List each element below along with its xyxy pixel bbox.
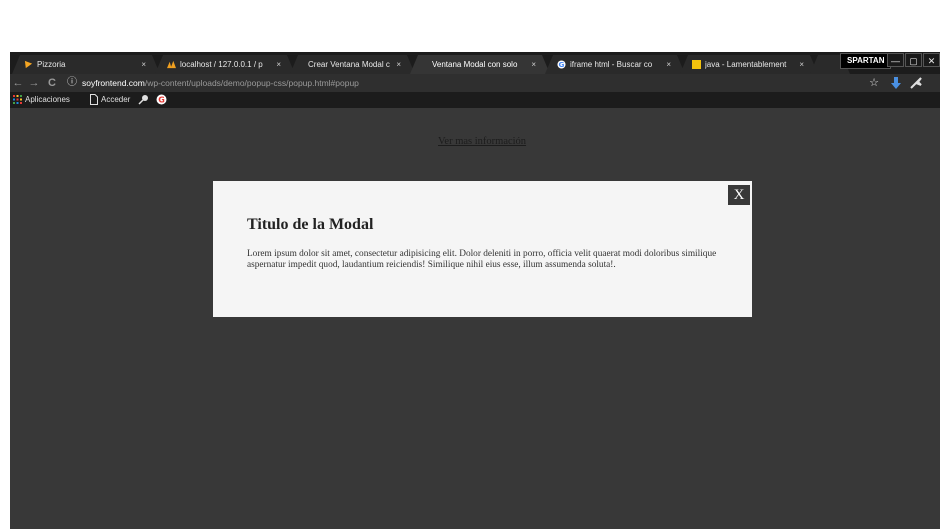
tab-label: iframe html - Buscar co — [570, 60, 653, 69]
modal-title: Titulo de la Modal — [247, 216, 374, 233]
tab-close-button[interactable]: × — [799, 55, 804, 74]
forward-button[interactable]: → — [28, 76, 40, 90]
bookmark-acceder[interactable]: Acceder — [101, 94, 130, 106]
url-path: /wp-content/uploads/demo/popup-css/popup… — [144, 78, 359, 88]
tab-strip: Pizzoria × localhost / 127.0.0.1 / p × C… — [10, 52, 940, 74]
url-host: soyfrontend.com — [82, 78, 145, 88]
modal-close-button[interactable]: X — [728, 185, 750, 205]
browser-window: Pizzoria × localhost / 127.0.0.1 / p × C… — [10, 52, 940, 529]
pizza-icon — [24, 60, 33, 69]
google-bookmark-icon[interactable]: G — [156, 94, 167, 105]
tab-label: Crear Ventana Modal c — [308, 60, 390, 69]
pin-bookmark-icon[interactable] — [138, 94, 149, 105]
svg-text:G: G — [559, 60, 565, 69]
toolbar: ← → C ⓘ soyfrontend.com/wp-content/uploa… — [10, 74, 940, 92]
tab-stackoverflow[interactable]: java - Lamentablement × — [680, 55, 818, 74]
bookmark-apps[interactable]: Aplicaciones — [25, 94, 70, 106]
close-window-button[interactable]: ✕ — [923, 53, 940, 67]
tab-close-button[interactable]: × — [396, 55, 401, 74]
modal-dialog: X Titulo de la Modal Lorem ipsum dolor s… — [213, 181, 752, 317]
page-icon — [90, 94, 98, 105]
tab-close-button[interactable]: × — [666, 55, 671, 74]
tab-close-button[interactable]: × — [141, 55, 146, 74]
profile-button[interactable]: SPARTAN — [840, 53, 892, 69]
tab-google-search[interactable]: G iframe html - Buscar co × — [545, 55, 685, 74]
tab-label: Pizzoria — [37, 60, 66, 69]
site-info-icon[interactable]: ⓘ — [66, 76, 78, 90]
phpmyadmin-icon — [167, 60, 176, 69]
minimize-button[interactable]: — — [887, 53, 904, 67]
extension-icon[interactable] — [910, 77, 922, 89]
tab-phpmyadmin[interactable]: localhost / 127.0.0.1 / p × — [155, 55, 295, 74]
download-arrow-icon[interactable] — [891, 77, 901, 89]
back-button[interactable]: ← — [12, 76, 24, 90]
google-icon: G — [557, 60, 566, 69]
bookmarks-bar: Aplicaciones Acceder G — [10, 92, 940, 108]
svg-text:G: G — [158, 96, 165, 105]
restore-button[interactable]: ▢ — [905, 53, 922, 67]
modal-body-text: Lorem ipsum dolor sit amet, consectetur … — [247, 249, 717, 270]
tab-label: java - Lamentablement — [705, 60, 787, 69]
apps-grid-icon — [13, 95, 22, 104]
tab-pizzoria[interactable]: Pizzoria × — [12, 55, 160, 74]
tab-close-button[interactable]: × — [531, 55, 536, 74]
ver-mas-link[interactable]: Ver mas información — [438, 136, 526, 147]
address-bar[interactable]: soyfrontend.com/wp-content/uploads/demo/… — [82, 77, 359, 89]
reload-button[interactable]: C — [46, 76, 58, 90]
tab-crear-ventana[interactable]: Crear Ventana Modal c × — [290, 55, 415, 74]
tab-label: Ventana Modal con solo — [432, 60, 518, 69]
stackoverflow-icon — [692, 60, 701, 69]
page-content: Ver mas información X Titulo de la Modal… — [10, 108, 940, 529]
tab-close-button[interactable]: × — [276, 55, 281, 74]
tab-ventana-modal[interactable]: Ventana Modal con solo × — [410, 55, 550, 74]
bookmark-star-icon[interactable]: ☆ — [868, 76, 880, 90]
tab-label: localhost / 127.0.0.1 / p — [180, 60, 263, 69]
